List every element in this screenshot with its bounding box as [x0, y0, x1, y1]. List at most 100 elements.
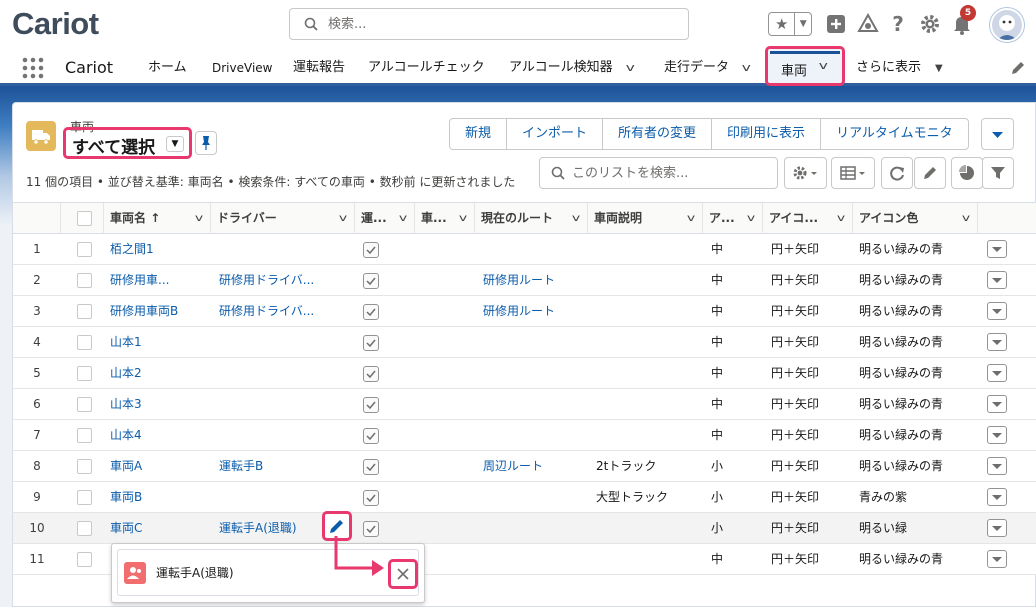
row-checkbox[interactable]	[77, 335, 92, 350]
chevron-down-icon[interactable]: v	[625, 50, 634, 86]
vehicle-name-link[interactable]: 車両A	[110, 451, 206, 481]
favorites-dropdown-icon[interactable]: ▼	[795, 13, 811, 35]
vehicle-name-link[interactable]: 車両C	[110, 513, 206, 543]
driver-link[interactable]	[219, 358, 329, 388]
row-checkbox[interactable]	[77, 490, 92, 505]
favorites-group[interactable]: ★ ▼	[768, 12, 812, 36]
chevron-down-icon[interactable]: v	[195, 203, 203, 234]
pin-list-button[interactable]	[195, 131, 217, 155]
driver-link[interactable]	[219, 234, 329, 264]
realtime-monitor-button[interactable]: リアルタイムモニタ	[821, 119, 968, 149]
caret-down-icon[interactable]: ▼	[935, 51, 943, 87]
list-settings-button[interactable]	[784, 157, 827, 189]
vehicle-name-link[interactable]: 研修用車両B	[110, 296, 206, 326]
column-header-current-route[interactable]: 現在のルート v	[475, 203, 588, 234]
column-header-icon-color[interactable]: アイコン色 v	[853, 203, 978, 234]
select-all-checkbox[interactable]	[77, 211, 92, 226]
driver-link[interactable]: 運転手A(退職)	[219, 513, 329, 543]
row-actions-button[interactable]	[987, 457, 1007, 475]
driver-link[interactable]	[219, 482, 329, 512]
charts-button[interactable]	[951, 157, 983, 189]
column-header-operation[interactable]: 運... v	[355, 203, 415, 234]
current-route-link[interactable]	[483, 234, 583, 264]
column-header-vehicle-name[interactable]: 車両名 ↑ v	[104, 203, 211, 234]
vehicle-name-link[interactable]: 山本4	[110, 420, 206, 450]
vehicle-name-link[interactable]: 山本2	[110, 358, 206, 388]
nav-item-vehicle[interactable]: 車両 v	[765, 46, 845, 86]
star-icon[interactable]: ★	[769, 13, 796, 35]
more-actions-button[interactable]	[981, 118, 1014, 150]
help-icon[interactable]: ?	[886, 12, 910, 36]
row-checkbox[interactable]	[77, 521, 92, 536]
driver-link[interactable]	[219, 389, 329, 419]
chevron-down-icon[interactable]: v	[687, 203, 695, 234]
change-owner-button[interactable]: 所有者の変更	[603, 119, 713, 149]
gear-icon[interactable]	[918, 12, 942, 36]
trailhead-icon[interactable]	[856, 12, 880, 36]
row-checkbox[interactable]	[77, 242, 92, 257]
global-search[interactable]	[289, 8, 689, 40]
current-route-link[interactable]	[483, 420, 583, 450]
row-checkbox[interactable]	[77, 428, 92, 443]
row-actions-button[interactable]	[987, 271, 1007, 289]
current-route-link[interactable]	[483, 327, 583, 357]
column-header-icon-shape[interactable]: アイコ... v	[763, 203, 853, 234]
chevron-down-icon[interactable]: v	[819, 59, 828, 72]
list-search-input[interactable]	[572, 164, 772, 182]
refresh-button[interactable]	[881, 157, 913, 189]
row-checkbox[interactable]	[77, 304, 92, 319]
row-checkbox[interactable]	[77, 552, 92, 567]
vehicle-name-link[interactable]: 山本3	[110, 389, 206, 419]
row-actions-button[interactable]	[987, 519, 1007, 537]
nav-item-more[interactable]: さらに表示 ▼	[856, 50, 943, 86]
driver-link[interactable]: 研修用ドライバ...	[219, 265, 329, 295]
row-actions-button[interactable]	[987, 333, 1007, 351]
row-actions-button[interactable]	[987, 426, 1007, 444]
list-search[interactable]	[539, 157, 778, 189]
row-actions-button[interactable]	[987, 302, 1007, 320]
inline-edit-button[interactable]	[914, 157, 946, 189]
column-header-driver[interactable]: ドライバー v	[211, 203, 355, 234]
column-header-icon-size[interactable]: ア... v	[703, 203, 763, 234]
nav-item-driveview[interactable]: DriveView	[212, 50, 272, 86]
chevron-down-icon[interactable]: v	[459, 203, 467, 234]
vehicle-name-link[interactable]: 研修用車...	[110, 265, 206, 295]
chevron-down-icon[interactable]: v	[572, 203, 580, 234]
current-route-link[interactable]: 周辺ルート	[483, 451, 583, 481]
row-actions-button[interactable]	[987, 240, 1007, 258]
printable-view-button[interactable]: 印刷用に表示	[712, 119, 822, 149]
vehicle-name-link[interactable]: 栢之間1	[110, 234, 206, 264]
list-view-selector[interactable]: すべて選択 ▼	[63, 127, 192, 159]
chevron-down-icon[interactable]: v	[742, 50, 751, 86]
chevron-down-icon[interactable]: v	[747, 203, 755, 234]
driver-link[interactable]	[219, 327, 329, 357]
current-route-link[interactable]: 研修用ルート	[483, 296, 583, 326]
row-checkbox[interactable]	[77, 397, 92, 412]
import-button[interactable]: インポート	[507, 119, 604, 149]
driver-link[interactable]	[219, 420, 329, 450]
caret-down-icon[interactable]: ▼	[166, 136, 184, 152]
column-header-vehicle-description[interactable]: 車両説明 v	[588, 203, 703, 234]
cariot-logo[interactable]: Cariot	[12, 6, 99, 42]
chevron-down-icon[interactable]: v	[837, 203, 845, 234]
row-actions-button[interactable]	[987, 395, 1007, 413]
row-checkbox[interactable]	[77, 273, 92, 288]
plus-icon[interactable]	[824, 12, 848, 36]
current-route-link[interactable]	[483, 544, 583, 574]
nav-item-alcohol-check[interactable]: アルコールチェック	[368, 50, 485, 86]
driver-link[interactable]: 運転手B	[219, 451, 329, 481]
nav-item-drive-data[interactable]: 走行データ v	[664, 50, 751, 86]
nav-item-home[interactable]: ホーム	[148, 50, 187, 86]
remove-selection-button[interactable]	[388, 559, 418, 589]
column-header-vehicle-type[interactable]: 車... v	[415, 203, 475, 234]
chevron-down-icon[interactable]: v	[962, 203, 970, 234]
nav-item-alcohol-detector[interactable]: アルコール検知器 v	[509, 50, 634, 86]
display-as-button[interactable]	[831, 157, 875, 189]
current-route-link[interactable]	[483, 513, 583, 543]
row-actions-button[interactable]	[987, 550, 1007, 568]
current-route-link[interactable]	[483, 389, 583, 419]
current-route-link[interactable]	[483, 482, 583, 512]
chevron-down-icon[interactable]: v	[399, 203, 407, 234]
edit-nav-icon[interactable]	[1010, 60, 1026, 76]
current-route-link[interactable]: 研修用ルート	[483, 265, 583, 295]
